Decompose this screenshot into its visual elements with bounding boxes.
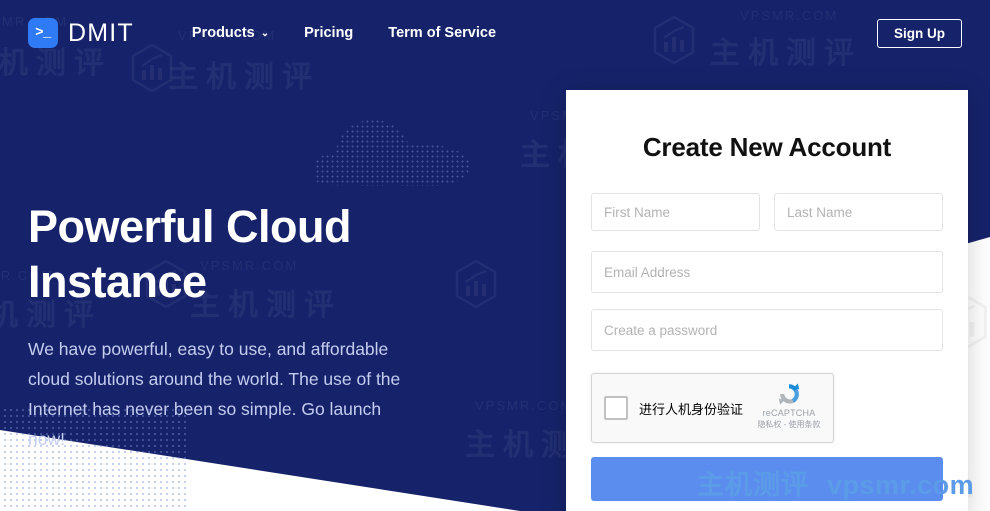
foreground-watermark: 主机测评 vpsmr.com xyxy=(697,463,974,502)
foreground-watermark-en: vpsmr.com xyxy=(827,470,975,500)
hero-section: Powerful Cloud Instance We have powerful… xyxy=(28,200,448,454)
hero-title-line2: Instance xyxy=(28,255,207,307)
nav-item-pricing-label: Pricing xyxy=(304,25,354,41)
chevron-down-icon: ⌄ xyxy=(260,28,270,39)
first-name-input[interactable] xyxy=(591,193,760,231)
hero-subtitle: We have powerful, easy to use, and affor… xyxy=(28,338,401,450)
hero-title: Powerful Cloud Instance xyxy=(28,200,448,310)
recaptcha-terms-label[interactable]: 隐私权 - 使用条款 xyxy=(753,419,825,430)
recaptcha-label: 进行人机身份验证 xyxy=(639,401,744,417)
page-root: 主机测评 VPSMR.COM 主机测评 VPSMR.COM 主机测评 VPSMR… xyxy=(0,0,990,511)
nav-item-term-of-service-label: Term of Service xyxy=(388,25,497,41)
nav-item-products-label: Products xyxy=(191,25,255,41)
nav-item-term-of-service[interactable]: Term of Service xyxy=(388,25,496,41)
site-header: >_ DMIT Products ⌄ Pricing Term of Servi… xyxy=(0,0,990,66)
last-name-input[interactable] xyxy=(774,193,943,231)
terminal-icon: >_ xyxy=(28,18,58,48)
nav-item-pricing[interactable]: Pricing xyxy=(304,25,353,41)
recaptcha-brand-label: reCAPTCHA xyxy=(762,408,816,418)
logo[interactable]: >_ DMIT xyxy=(28,18,134,48)
hero-title-line1: Powerful Cloud xyxy=(28,201,352,252)
nav-item-products[interactable]: Products ⌄ xyxy=(192,25,269,41)
recaptcha-branding: reCAPTCHA 隐私权 - 使用条款 xyxy=(753,381,825,430)
recaptcha-widget[interactable]: 进行人机身份验证 reCAPTCHA 隐私权 - 使用条款 xyxy=(591,373,834,443)
page-title: Create New Account xyxy=(642,132,892,162)
email-input[interactable] xyxy=(591,251,943,293)
password-input[interactable] xyxy=(591,309,943,351)
name-fields-row xyxy=(591,193,943,231)
sign-up-button[interactable]: Sign Up xyxy=(877,19,962,48)
foreground-watermark-cn: 主机测评 xyxy=(697,470,809,500)
recaptcha-icon xyxy=(778,383,800,405)
brand-name: DMIT xyxy=(68,18,134,47)
create-account-card: Create New Account 进行人机身份验证 reCAPTCHA 隐私… xyxy=(566,90,968,511)
recaptcha-checkbox[interactable] xyxy=(604,396,628,420)
main-nav: Products ⌄ Pricing Term of Service xyxy=(192,25,496,41)
